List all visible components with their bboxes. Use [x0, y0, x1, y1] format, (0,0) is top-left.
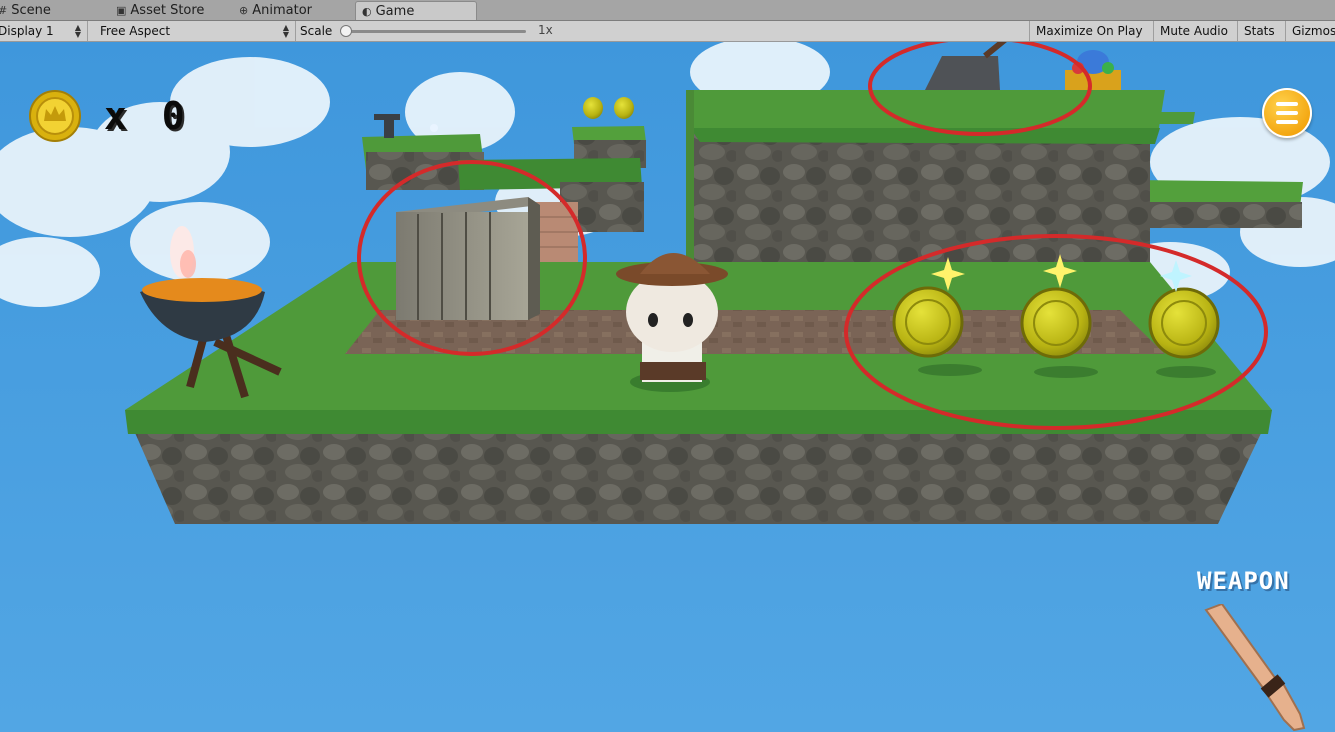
aspect-label: Free Aspect: [100, 24, 171, 38]
scale-control: Scale 1x: [296, 21, 1030, 41]
coin: [1020, 287, 1092, 359]
hamburger-icon: [1276, 111, 1298, 115]
scale-label: Scale: [300, 24, 333, 38]
scale-slider-handle[interactable]: [340, 25, 352, 37]
toggle-label: Maximize On Play: [1036, 24, 1143, 38]
toggle-label: Mute Audio: [1160, 24, 1228, 38]
store-icon: ▣: [116, 4, 127, 17]
wooden-crate: [396, 197, 540, 320]
editor-tab-bar: # Scene ▣ Asset Store ⊕ Animator ◐ Game: [0, 0, 1335, 21]
mute-audio-toggle[interactable]: Mute Audio: [1154, 21, 1238, 41]
menu-button[interactable]: [1262, 88, 1312, 138]
weapon-button[interactable]: [1196, 604, 1314, 732]
display-label: Display 1: [0, 24, 54, 38]
scale-slider-track[interactable]: [346, 30, 526, 33]
tab-label: Animator: [252, 3, 312, 18]
toggle-label: Stats: [1244, 24, 1275, 38]
aspect-dropdown[interactable]: Free Aspect ▲ ▼: [94, 21, 296, 41]
hamburger-icon: [1276, 102, 1298, 106]
coin-count: x 0: [104, 94, 191, 138]
game-icon: ◐: [362, 4, 372, 18]
weapon-label: WEAPON: [1197, 567, 1290, 595]
dropdown-arrows-icon: ▲ ▼: [282, 23, 289, 39]
tab-animator[interactable]: ⊕ Animator: [233, 1, 333, 20]
animator-icon: ⊕: [239, 4, 249, 17]
tab-label: Asset Store: [130, 3, 205, 18]
tab-label: Game: [375, 3, 415, 19]
dropdown-arrows-icon: ▲ ▼: [74, 23, 81, 39]
scene-icon: #: [0, 4, 7, 17]
arm-icon: [1204, 604, 1306, 732]
display-dropdown[interactable]: Display 1 ▲ ▼: [0, 21, 88, 41]
game-viewport[interactable]: x 0 WEAPON: [0, 42, 1335, 732]
game-view-toolbar: Display 1 ▲ ▼ Free Aspect ▲ ▼ Scale 1x Max…: [0, 21, 1335, 42]
maximize-on-play-toggle[interactable]: Maximize On Play: [1030, 21, 1154, 41]
toggle-label: Gizmos: [1292, 24, 1335, 38]
stats-toggle[interactable]: Stats: [1238, 21, 1286, 41]
coin: [892, 286, 964, 358]
game-scene: [0, 42, 1335, 732]
scale-value: 1x: [538, 23, 553, 37]
tab-scene[interactable]: # Scene: [0, 1, 72, 20]
coin: [1148, 287, 1220, 359]
coin-counter-icon: [29, 90, 81, 142]
tab-game[interactable]: ◐ Game: [355, 1, 477, 20]
tab-asset-store[interactable]: ▣ Asset Store: [110, 1, 222, 20]
tab-label: Scene: [11, 3, 51, 18]
hamburger-icon: [1276, 120, 1298, 124]
gizmos-dropdown[interactable]: Gizmos: [1286, 21, 1335, 41]
